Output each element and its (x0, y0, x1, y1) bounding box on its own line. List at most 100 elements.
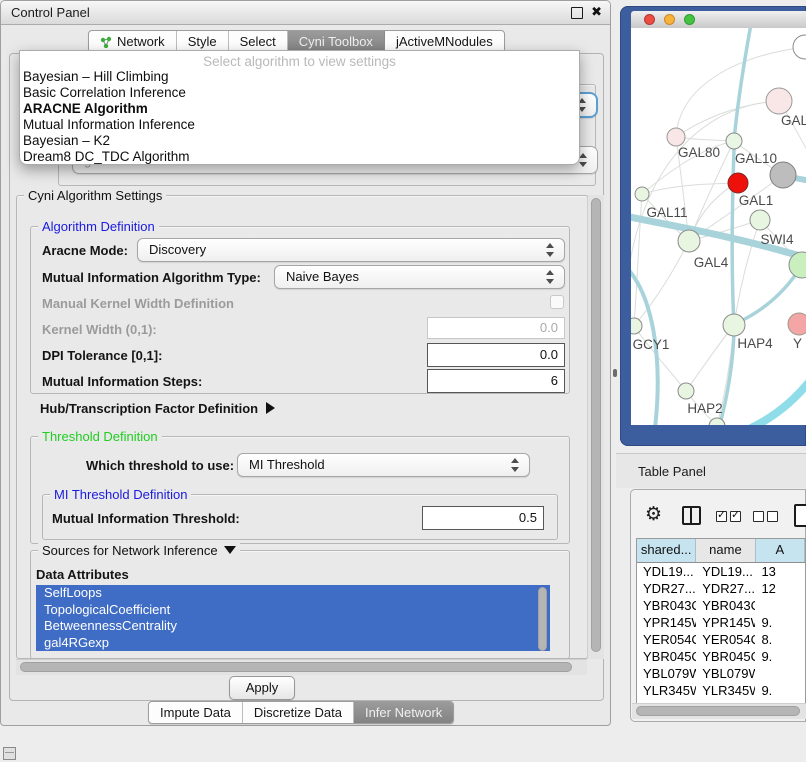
algorithm-option[interactable]: ARACNE Algorithm (20, 101, 579, 117)
checked-box-icon[interactable] (716, 511, 727, 522)
tab-select[interactable]: Select (229, 31, 288, 52)
mi-threshold-field[interactable]: 0.5 (422, 506, 544, 530)
close-icon[interactable]: ✖ (591, 4, 602, 20)
network-node-hap2[interactable] (678, 383, 694, 399)
table-row[interactable]: YDR27...YDR27...12 (637, 580, 805, 597)
table-cell: YDL19... (637, 563, 696, 580)
network-edge[interactable] (634, 194, 642, 326)
gear-icon[interactable]: ⚙ (645, 505, 662, 524)
network-edge-highlighted[interactable] (747, 382, 806, 425)
network-node-gcy1[interactable] (631, 318, 642, 334)
apply-button[interactable]: Apply (229, 676, 295, 700)
tab-cyni-toolbox[interactable]: Cyni Toolbox (288, 31, 385, 52)
network-edge[interactable] (634, 241, 689, 326)
table-row[interactable]: YDL19...YDL19...13 (637, 563, 805, 580)
expanded-arrow-icon (224, 546, 236, 554)
mac-close-icon[interactable] (644, 14, 655, 25)
hub-definition-toggle[interactable]: Hub/Transcription Factor Definition (40, 401, 275, 416)
mac-zoom-icon[interactable] (684, 14, 695, 25)
network-node-label: GAL11 (646, 205, 687, 220)
dpi-tolerance-field[interactable]: 0.0 (427, 343, 565, 367)
network-edge[interactable] (634, 326, 686, 391)
window-grip-icon[interactable] (3, 747, 16, 760)
unchecked-box-icon[interactable] (767, 511, 778, 522)
tab-label: jActiveMNodules (396, 31, 493, 52)
network-edge[interactable] (734, 220, 760, 325)
network-edge[interactable] (676, 101, 779, 137)
settings-horizontal-scrollbar-thumb[interactable] (20, 662, 572, 672)
tab-jactivemnodules[interactable]: jActiveMNodules (385, 31, 504, 52)
attribute-list-item[interactable]: SelfLoops (36, 585, 550, 602)
algorithm-option[interactable]: Bayesian – K2 (20, 133, 579, 149)
combo-arrows-icon (511, 458, 520, 472)
mi-threshold-label: Mutual Information Threshold: (52, 511, 240, 526)
table-row[interactable]: YER054CYER054C8. (637, 631, 805, 648)
sources-title[interactable]: Sources for Network Inference (38, 543, 240, 558)
node-table-header: shared...nameA (637, 539, 805, 563)
attribute-list-item[interactable]: gal4RGexp (36, 635, 550, 652)
table-row[interactable]: YBR045CYBR045C9. (637, 648, 805, 665)
tab-label: Impute Data (160, 702, 231, 723)
tab-style[interactable]: Style (177, 31, 229, 52)
table-row[interactable]: YBR043CYBR043C (637, 597, 805, 614)
network-node-gal10[interactable] (726, 133, 742, 149)
kernel-width-field[interactable]: 0.0 (427, 317, 565, 339)
network-node-gal80[interactable] (667, 128, 685, 146)
mac-minimize-icon[interactable] (664, 14, 675, 25)
network-node[interactable] (770, 162, 796, 188)
network-node[interactable] (728, 173, 748, 193)
table-cell: YPR145W (637, 614, 696, 631)
network-node-gal1[interactable] (750, 210, 770, 230)
panel-divider-grip[interactable] (613, 369, 617, 377)
mi-algorithm-type-combobox[interactable]: Naive Bayes (274, 265, 565, 289)
network-canvas[interactable]: GALGAL80GAL10GAL1GAL11GAL4SWI4GCY1HAP4YH… (631, 28, 806, 425)
table-horizontal-scrollbar-thumb[interactable] (636, 706, 800, 716)
table-row[interactable]: YPR145WYPR145W9. (637, 614, 805, 631)
float-window-icon[interactable] (571, 7, 583, 19)
network-node-gal4[interactable] (678, 230, 700, 252)
table-column-header[interactable]: shared... (637, 539, 696, 562)
network-node-hap4[interactable] (723, 314, 745, 336)
network-node-gal[interactable] (766, 88, 792, 114)
settings-vertical-scrollbar-track[interactable] (587, 195, 604, 659)
table-column-header[interactable]: name (696, 539, 755, 562)
algorithm-option[interactable]: Dream8 DC_TDC Algorithm (20, 149, 579, 165)
network-node-y[interactable] (788, 313, 806, 335)
attribute-list-item[interactable]: BetweennessCentrality (36, 618, 550, 635)
attributes-list-scrollbar[interactable] (538, 587, 547, 651)
columns-icon[interactable] (682, 506, 701, 525)
tab-label: Network (117, 31, 165, 52)
network-node[interactable] (793, 35, 806, 59)
algorithm-option[interactable]: Mutual Information Inference (20, 117, 579, 133)
tab-discretize-data[interactable]: Discretize Data (243, 702, 354, 723)
algorithm-option[interactable]: Basic Correlation Inference (20, 85, 579, 101)
control-panel-titlebar[interactable]: Control Panel ✖ (1, 1, 610, 25)
network-node-gal11[interactable] (635, 187, 649, 201)
network-node-label: GAL4 (694, 255, 729, 270)
table-column-header[interactable]: A (756, 539, 805, 562)
table-mode-icon[interactable] (794, 504, 806, 527)
table-row[interactable]: YLR345WYLR345W9. (637, 682, 805, 699)
table-cell: YBL079W (637, 665, 696, 682)
table-horizontal-scrollbar-track[interactable] (632, 703, 806, 719)
control-panel-bottom-tabs: Impute Data Discretize DataInfer Network (148, 701, 454, 724)
tab-infer-network[interactable]: Infer Network (354, 702, 453, 723)
attribute-list-item[interactable]: TopologicalCoefficient (36, 602, 550, 619)
unchecked-box-icon[interactable] (753, 511, 764, 522)
algorithm-option[interactable]: Bayesian – Hill Climbing (20, 69, 579, 85)
settings-horizontal-scrollbar-track[interactable] (16, 659, 587, 675)
manual-kernel-width-checkbox[interactable] (550, 295, 564, 309)
network-window-titlebar[interactable] (631, 11, 806, 29)
data-attributes-list[interactable]: SelfLoopsTopologicalCoefficientBetweenne… (36, 585, 550, 655)
control-panel-window: Control Panel ✖ Network StyleSelectCyni T… (0, 0, 611, 726)
network-edge-highlighted[interactable] (734, 28, 751, 141)
table-row[interactable]: YBL079WYBL079W (637, 665, 805, 682)
mi-steps-field[interactable]: 6 (427, 369, 565, 393)
tab-network[interactable]: Network (89, 31, 177, 52)
checked-box-icon[interactable] (730, 511, 741, 522)
settings-vertical-scrollbar-thumb[interactable] (591, 198, 601, 652)
which-threshold-combobox[interactable]: MI Threshold (237, 453, 530, 477)
aracne-mode-combobox[interactable]: Discovery (137, 238, 565, 262)
tab-impute-data[interactable]: Impute Data (149, 702, 243, 723)
node-table[interactable]: shared...nameA YDL19...YDL19...13YDR27..… (636, 538, 806, 703)
